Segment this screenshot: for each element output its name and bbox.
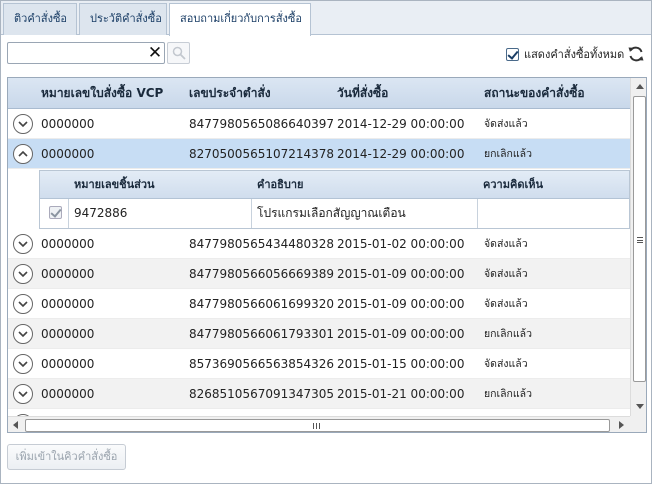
search-input[interactable] [7,42,165,64]
table-row[interactable]: 0000000 8477980565434480328 2015-01-02 0… [8,229,630,259]
detail-row-checkbox[interactable] [49,206,62,219]
cell-order-date: 2015-01-15 00:00:00 [337,357,465,371]
cell-invoice: 8573690566563854326 [189,357,335,371]
grip-icon [637,237,643,243]
cell-order-status: จัดส่งแล้ว [484,118,528,130]
cell-order-date: 2014-12-29 00:00:00 [337,147,465,161]
detail-header: หมายเลขชิ้นส่วน คำอธิบาย ความคิดเห็น [40,171,629,199]
expand-row-button[interactable] [13,384,33,404]
expand-row-button[interactable] [13,294,33,314]
scroll-right-arrow-icon[interactable] [619,421,624,429]
expand-row-button[interactable] [13,324,33,344]
grip-icon [313,423,320,429]
cell-vcp-po: 0000000 [41,387,95,401]
expand-row-button[interactable] [13,264,33,284]
cell-vcp-po: 0000000 [41,237,95,251]
collapse-row-button[interactable] [13,144,33,164]
cell-order-status: จัดส่งแล้ว [484,358,528,370]
detail-divider [477,199,478,228]
tab-order-history[interactable]: ประวัติคำสั่งซื้อ [79,3,167,35]
scroll-left-arrow-icon[interactable] [13,421,18,429]
cell-order-status: ยกเลิกแล้ว [484,328,532,340]
cell-invoice: 8268510567091347305 [189,387,335,401]
cell-order-date: 2015-01-21 00:00:00 [337,387,465,401]
horizontal-scroll-thumb[interactable] [25,419,610,432]
cell-vcp-po: 0000000 [41,267,95,281]
scrollbar-corner [630,416,646,432]
tab-order-inquiry[interactable]: สอบถามเกี่ยวกับการสั่งซื้อ [169,3,311,36]
clear-search-icon[interactable]: ✕ [147,44,163,62]
table-row[interactable]: 0000000 8477980566061793301 2015-01-09 0… [8,319,630,349]
cell-description: โปรแกรมเลือกสัญญาณเตือน [257,206,406,220]
column-header-invoice[interactable]: เลขประจำตำสั่ง [189,78,271,109]
chevron-down-icon [18,391,28,398]
vertical-scroll-thumb[interactable] [633,96,646,382]
detail-row[interactable]: 9472886 โปรแกรมเลือกสัญญาณเตือน [40,199,629,228]
cell-order-status: จัดส่งแล้ว [484,268,528,280]
detail-divider [68,199,69,228]
show-all-label: แสดงคำสั่งซื้อทั้งหมด [524,48,625,61]
expand-row-button[interactable] [13,234,33,254]
show-all-checkbox[interactable] [506,47,519,61]
cell-order-date: 2015-01-02 00:00:00 [337,237,465,251]
cell-invoice: 8270500565107214378 [189,147,335,161]
cell-invoice: 8477980566061793301 [189,327,335,341]
chevron-down-icon [18,121,28,128]
cell-invoice: 8477980565434480328 [189,237,335,251]
cell-vcp-po: 0000000 [41,147,95,161]
column-header-part-number[interactable]: หมายเลขชิ้นส่วน [74,171,155,199]
grid-header: หมายเลขใบสั่งซื้อ VCP เลขประจำตำสั่ง วัน… [8,78,630,109]
chevron-down-icon [18,301,28,308]
column-header-description[interactable]: คำอธิบาย [257,171,303,199]
cell-order-status: ยกเลิกแล้ว [484,148,532,160]
horizontal-scrollbar[interactable] [8,416,630,432]
table-row[interactable]: 0000000 8573690566563854326 2015-01-15 0… [8,349,630,379]
cell-vcp-po: 0000000 [41,117,95,131]
order-inquiry-window: ติวคำสั่งซื้อ ประวัติคำสั่งซื้อ สอบถามเก… [0,0,652,484]
cell-order-date: 2015-01-09 00:00:00 [337,297,465,311]
cell-vcp-po: 0000000 [41,357,95,371]
scroll-up-arrow-icon[interactable] [636,84,644,89]
cell-order-date: 2015-01-09 00:00:00 [337,267,465,281]
cell-vcp-po: 0000000 [41,297,95,311]
add-to-order-queue-button[interactable]: เพิ่มเข้าในคิวคำสั่งซื้อ [7,444,126,470]
cell-order-status: ยกเลิกแล้ว [484,388,532,400]
chevron-down-icon [18,361,28,368]
chevron-up-icon [18,150,28,157]
expand-row-button[interactable] [13,354,33,374]
show-all-orders: แสดงคำสั่งซื้อทั้งหมด [506,46,624,62]
search-icon [172,46,186,60]
cell-vcp-po: 0000000 [41,327,95,341]
column-header-order-date[interactable]: วันที่สั่งซื้อ [337,78,388,109]
cell-invoice: 8477980565086640397 [189,117,335,131]
column-header-comment[interactable]: ความคิดเห็น [483,171,543,199]
chevron-down-icon [18,271,28,278]
search-button[interactable] [167,42,190,64]
table-row[interactable]: 0000000 8268510567091347305 2015-01-21 0… [8,379,630,409]
table-row[interactable]: 0000000 8477980566056669389 2015-01-09 0… [8,259,630,289]
table-row[interactable]: 0000000 8477980566061699320 2015-01-09 0… [8,289,630,319]
scroll-down-arrow-icon[interactable] [636,404,644,409]
column-header-order-status[interactable]: สถานะของคำสั่งซื้อ [484,78,585,109]
refresh-icon[interactable] [627,45,645,63]
chevron-down-icon [18,241,28,248]
column-header-vcp-po[interactable]: หมายเลขใบสั่งซื้อ VCP [41,78,163,109]
expand-row-button[interactable] [13,114,33,134]
vertical-scrollbar[interactable] [630,78,646,416]
order-detail-grid: หมายเลขชิ้นส่วน คำอธิบาย ความคิดเห็น 947… [39,170,630,229]
cell-order-date: 2014-12-29 00:00:00 [337,117,465,131]
cell-order-status: จัดส่งแล้ว [484,238,528,250]
chevron-down-icon [18,331,28,338]
cell-invoice: 8477980566061699320 [189,297,335,311]
cell-order-status: จัดส่งแล้ว [484,298,528,310]
tab-order-queue[interactable]: ติวคำสั่งซื้อ [3,3,77,35]
tab-bar: ติวคำสั่งซื้อ ประวัติคำสั่งซื้อ สอบถามเก… [1,1,651,36]
table-row-selected[interactable]: 0000000 8270500565107214378 2014-12-29 0… [8,139,630,169]
cell-order-date: 2015-01-09 00:00:00 [337,327,465,341]
cell-part-number: 9472886 [74,206,128,220]
detail-divider [251,199,252,228]
orders-grid: หมายเลขใบสั่งซื้อ VCP เลขประจำตำสั่ง วัน… [7,77,647,433]
cell-invoice: 8477980566056669389 [189,267,335,281]
table-row[interactable]: 0000000 8477980565086640397 2014-12-29 0… [8,109,630,139]
